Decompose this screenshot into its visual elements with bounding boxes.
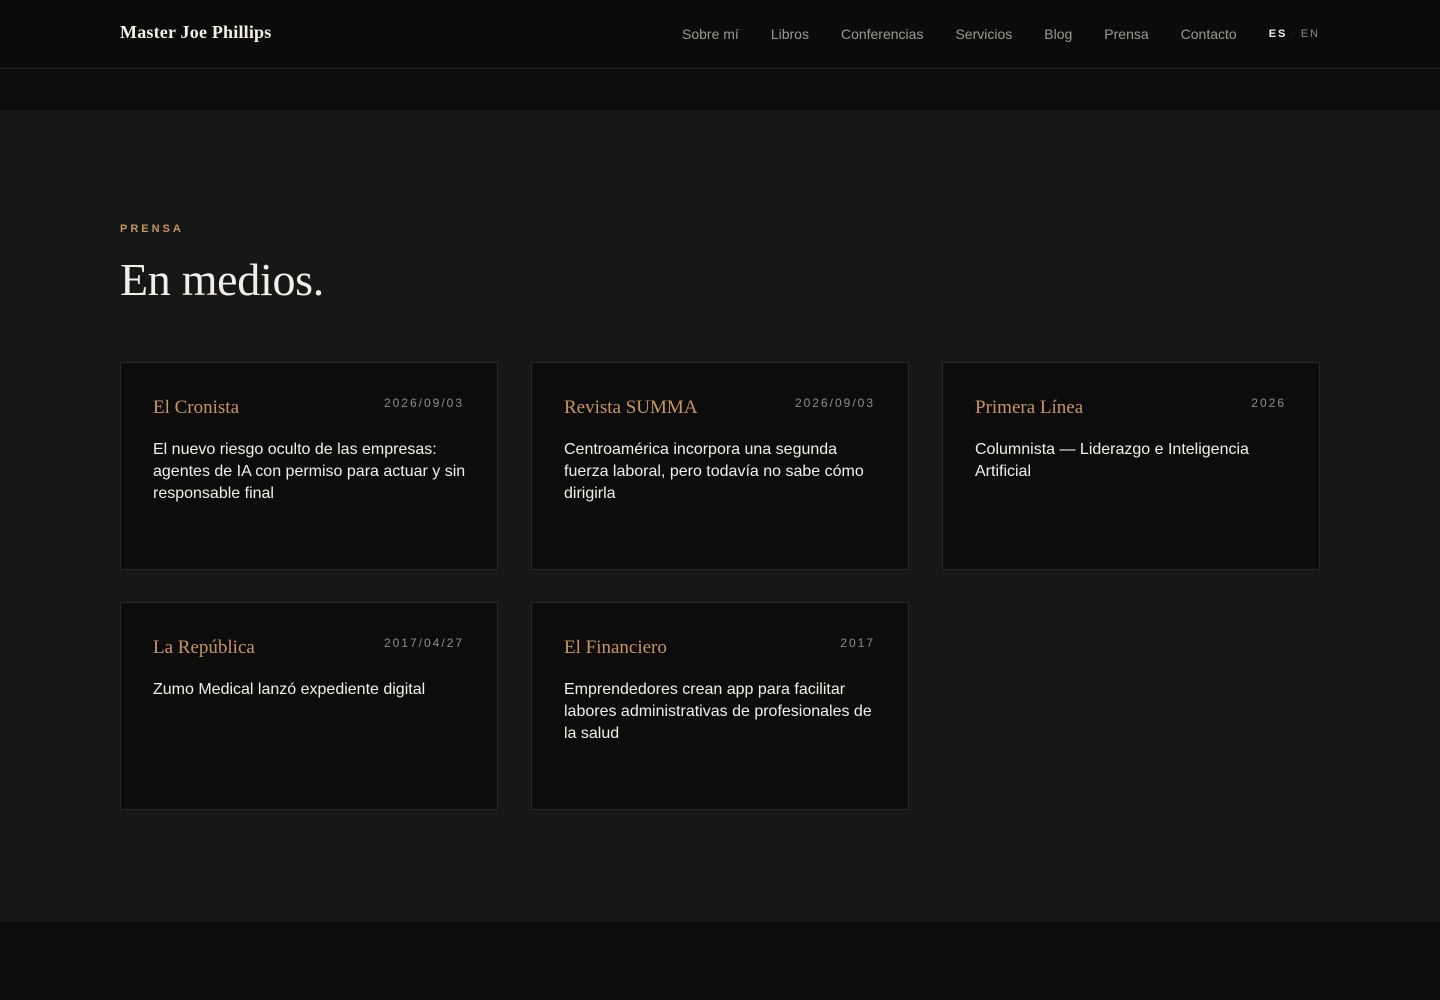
press-card-headline: Columnista — Liderazgo e Inteligencia Ar…	[975, 441, 1249, 480]
press-card-date: 2026	[1251, 396, 1286, 410]
section-title: En medios.	[120, 254, 324, 305]
lang-separator: ·	[1291, 28, 1295, 39]
nav-link-prensa[interactable]: Prensa	[1104, 25, 1148, 43]
press-card[interactable]: El Cronista 2026/09/03 El nuevo riesgo o…	[120, 362, 498, 570]
nav-link-libros[interactable]: Libros	[771, 25, 809, 43]
press-card-outlet: Revista SUMMA	[564, 397, 698, 418]
press-card-outlet: La República	[153, 637, 255, 658]
press-card-headline: El nuevo riesgo oculto de las empresas: …	[153, 441, 466, 502]
press-card-grid: El Cronista 2026/09/03 El nuevo riesgo o…	[120, 362, 1320, 810]
nav-link-conferencias[interactable]: Conferencias	[841, 25, 924, 43]
language-switcher: ES · EN	[1269, 25, 1320, 43]
press-card-date: 2026/09/03	[383, 396, 464, 410]
site-header: Master Joe Phillips Sobre mí Libros Conf…	[0, 0, 1440, 69]
footer-band	[0, 922, 1440, 1000]
press-section: PRENSA En medios. El Cronista 2026/09/03…	[0, 110, 1440, 922]
press-card-date: 2017/04/27	[383, 636, 464, 650]
main-nav: Sobre mí Libros Conferencias Servicios B…	[682, 25, 1320, 43]
nav-link-servicios[interactable]: Servicios	[955, 25, 1012, 43]
press-card-outlet: Primera Línea	[975, 397, 1084, 418]
press-card-headline: Zumo Medical lanzó expediente digital	[153, 681, 426, 698]
press-card-headline: Centroamérica incorpora una segunda fuer…	[564, 441, 864, 502]
press-card-headline: Emprendedores crean app para facilitar l…	[564, 681, 872, 742]
press-card-date: 2017	[840, 636, 875, 650]
press-card[interactable]: El Financiero 2017 Emprendedores crean a…	[531, 602, 909, 810]
press-card-outlet: El Cronista	[153, 397, 240, 418]
nav-link-contacto[interactable]: Contacto	[1181, 25, 1237, 43]
press-card[interactable]: Primera Línea 2026 Columnista — Liderazg…	[942, 362, 1320, 570]
header-spacer-band	[0, 70, 1440, 110]
lang-en-button[interactable]: EN	[1301, 25, 1320, 43]
lang-es-button[interactable]: ES	[1269, 25, 1288, 43]
site-logo[interactable]: Master Joe Phillips	[120, 22, 271, 43]
press-card[interactable]: Revista SUMMA 2026/09/03 Centroamérica i…	[531, 362, 909, 570]
nav-link-blog[interactable]: Blog	[1044, 25, 1072, 43]
press-card-outlet: El Financiero	[564, 637, 667, 658]
press-card-date: 2026/09/03	[794, 396, 875, 410]
press-card[interactable]: La República 2017/04/27 Zumo Medical lan…	[120, 602, 498, 810]
section-eyebrow: PRENSA	[120, 223, 184, 235]
nav-link-sobre-mi[interactable]: Sobre mí	[682, 25, 739, 43]
